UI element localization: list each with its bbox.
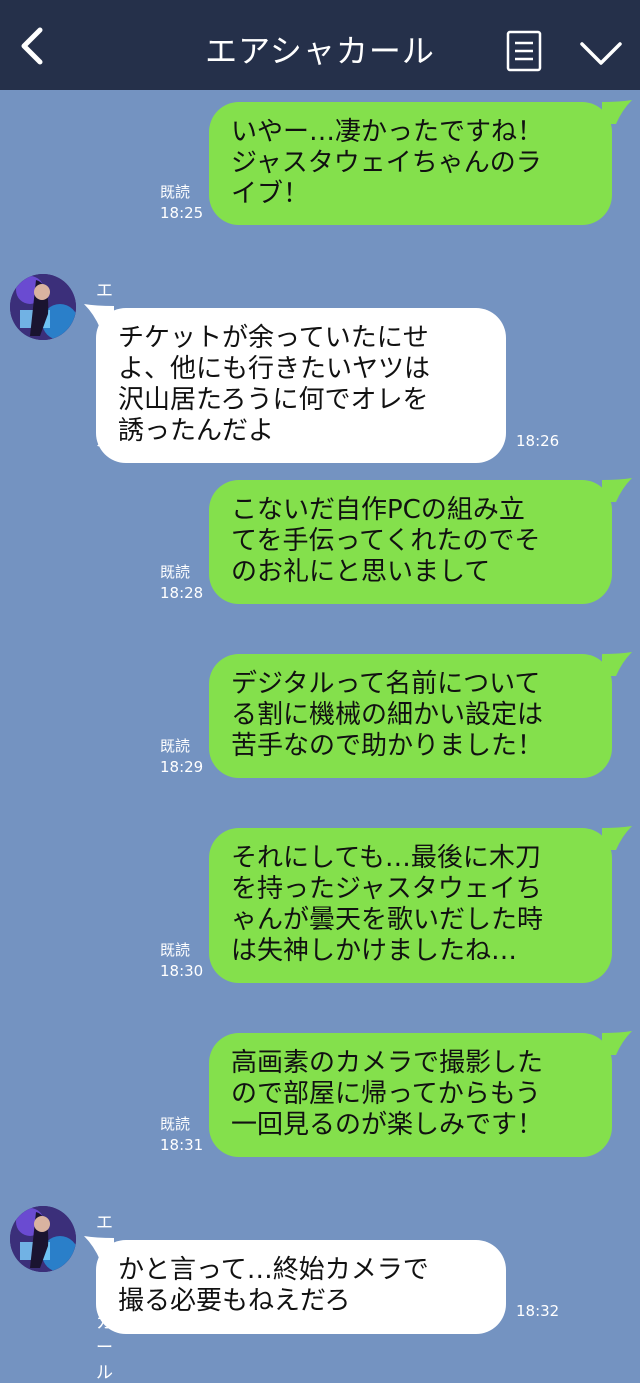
message-time: 18:28	[160, 584, 204, 602]
read-receipt: 既読	[160, 1115, 191, 1133]
message-time: 18:26	[516, 432, 560, 450]
message-bubble: チケットが余っていたにせ よ、他にも行きたいヤツは 沢山居たろうに何でオレを 誘…	[96, 308, 506, 463]
message-bubble: それにしても…最後に木刀 を持ったジャスタウェイち ゃんが曇天を歌いだした時 は…	[209, 828, 612, 983]
avatar[interactable]	[10, 274, 76, 340]
bubble-tail	[602, 100, 632, 124]
message-time: 18:29	[160, 758, 204, 776]
message-bubble: かと言って…終始カメラで 撮る必要もねえだろ	[96, 1240, 506, 1334]
message-time: 18:32	[516, 1302, 560, 1320]
avatar-image	[10, 274, 76, 340]
bubble-tail	[602, 478, 632, 502]
message-bubble: 高画素のカメラで撮影した ので部屋に帰ってからもう 一回見るのが楽しみです！	[209, 1033, 612, 1157]
message-time: 18:25	[160, 204, 204, 222]
avatar-image	[10, 1206, 76, 1272]
chevron-down-icon[interactable]	[578, 36, 624, 70]
message-bubble: デジタルって名前について る割に機械の細かい設定は 苦手なので助かりました！	[209, 654, 612, 778]
chat-title: エアシャカール	[205, 32, 435, 70]
message-time: 18:30	[160, 962, 204, 980]
message-bubble: いやー…凄かったですね！ ジャスタウェイちゃんのラ イブ！	[209, 102, 612, 225]
message-list[interactable]: いやー…凄かったですね！ ジャスタウェイちゃんのラ イブ！ 既読 18:25 エ…	[0, 90, 640, 1383]
read-receipt: 既読	[160, 941, 191, 959]
read-receipt: 既読	[160, 737, 191, 755]
chat-header: エアシャカール	[0, 0, 640, 90]
message-time: 18:31	[160, 1136, 204, 1154]
bubble-tail	[602, 652, 632, 676]
avatar[interactable]	[10, 1206, 76, 1272]
read-receipt: 既読	[160, 563, 191, 581]
message-bubble: こないだ自作PCの組み立 てを手伝ってくれたのでそ のお礼にと思いまして	[209, 480, 612, 604]
bubble-tail	[602, 826, 632, 850]
menu-list-icon[interactable]	[506, 30, 542, 72]
read-receipt: 既読	[160, 183, 191, 201]
bubble-tail	[602, 1031, 632, 1055]
